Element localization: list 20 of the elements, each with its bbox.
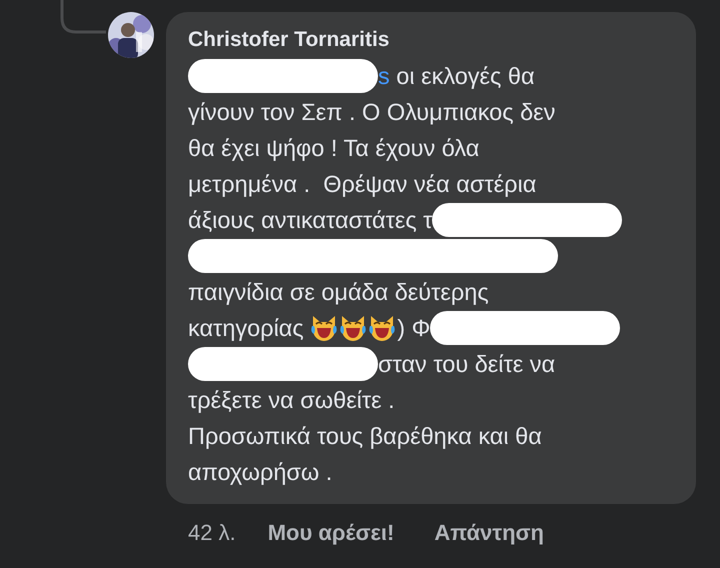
comment-text: ) Φ — [397, 314, 430, 342]
comment-text: γίνουν τον Σεπ . Ο Ολυμπιακος δεν — [188, 98, 556, 126]
laughing-cat-icon — [368, 314, 396, 342]
comment-text: μετρημένα . Θρέψαν νέα αστέρια — [188, 170, 536, 198]
author-name[interactable]: Christofer Tornaritis — [188, 28, 676, 52]
comment-text: παιγνίδια σε ομάδα δεύτερης — [188, 278, 489, 306]
comment-text: σταν του δείτε να — [378, 350, 556, 378]
comment-text: Προσωπικά τους βαρέθηκα και θα — [188, 422, 542, 450]
laughing-cat-icon — [339, 314, 368, 342]
comment-text: οι εκλογές θα — [395, 62, 535, 90]
laughing-cat-icon — [310, 314, 338, 342]
comment-text: θα έχει ψήφο ! Τα έχουν όλα — [188, 134, 480, 162]
comment-text: άξιους αντικαταστάτες τ — [188, 206, 432, 234]
comment-text: κατηγορίας — [188, 314, 305, 342]
comment-time: 42 λ. — [188, 520, 236, 546]
like-link[interactable]: Μου αρέσει! — [268, 520, 394, 546]
comment-text: αποχωρήσω . — [188, 458, 332, 486]
mention-link[interactable]: s — [378, 62, 390, 90]
reply-link[interactable]: Απάντηση — [434, 520, 544, 546]
comment-text: τρέξετε να σωθείτε . — [188, 386, 395, 414]
